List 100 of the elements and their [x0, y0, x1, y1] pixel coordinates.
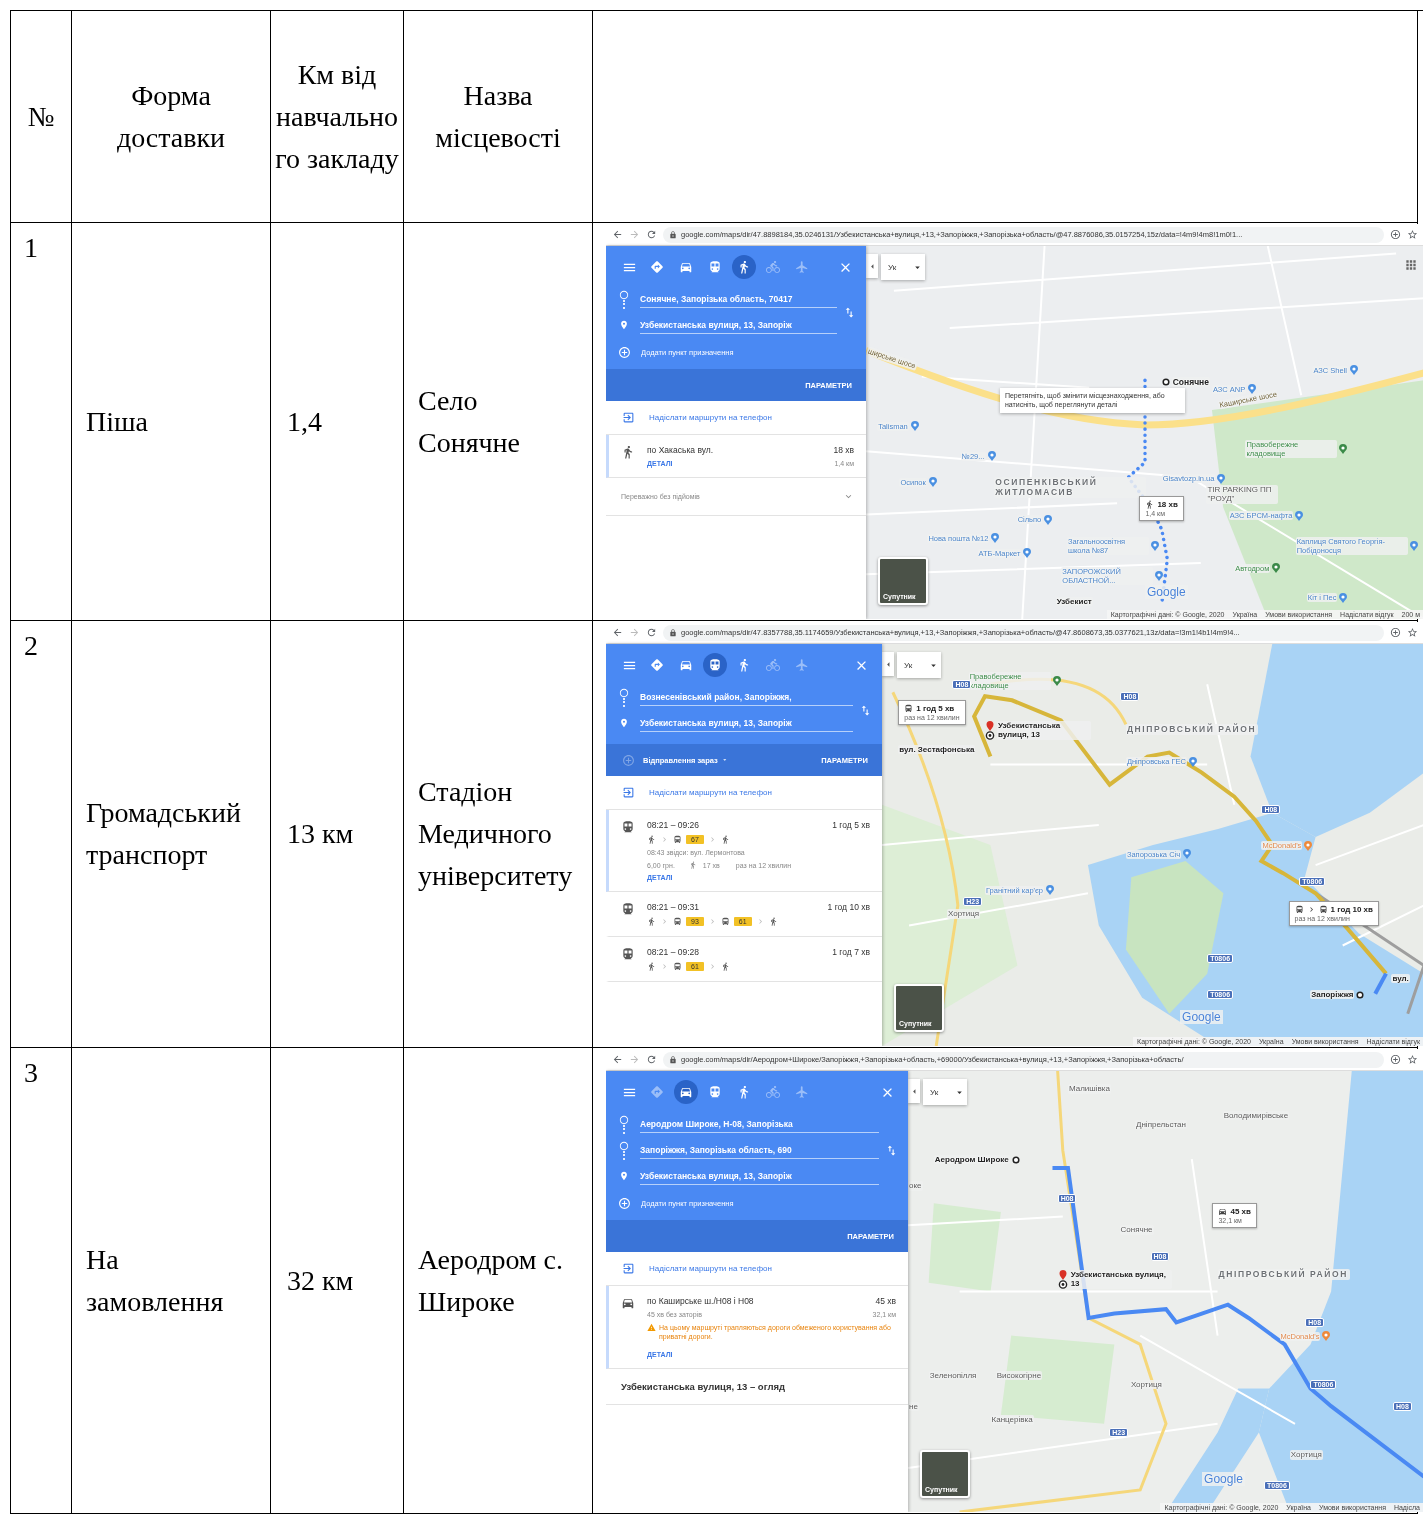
forward-icon[interactable]: [629, 1054, 640, 1065]
bicycle-icon: [766, 260, 780, 274]
map-pin-icon: [910, 421, 919, 432]
location-pin-icon: [619, 718, 629, 728]
district-name: ОСИПЕНКІВСЬКИЙ ЖИТЛОМАСИВ: [994, 477, 1147, 498]
directions-icon: [650, 260, 664, 274]
walking-person-icon: [720, 962, 730, 971]
column-header: Км від навчального закладу: [271, 11, 404, 223]
destination-overview[interactable]: Узбекистанська вулиця, 13 – огляд: [606, 1368, 908, 1405]
table-cell: Громадський транспорт: [72, 621, 271, 1048]
star-icon[interactable]: [1407, 627, 1418, 638]
map-pin-icon: [987, 451, 996, 462]
destination-marker-icon: [984, 720, 995, 741]
apps-button[interactable]: [1404, 258, 1418, 272]
map-pin-icon: [1217, 473, 1226, 484]
map-pin-icon: [1349, 365, 1358, 376]
map-label: Узбекист: [1055, 596, 1093, 607]
car-icon: [621, 1296, 635, 1310]
car-mode-button[interactable]: [674, 1080, 698, 1104]
map-label: TIR PARKING ПП "РОУД": [1206, 484, 1279, 504]
send-to-phone-icon: [622, 411, 635, 424]
airplane-icon: [795, 260, 809, 274]
bus-icon: [904, 704, 914, 714]
route-times: 08:21 – 09:31: [647, 902, 700, 912]
map-label: Аеродром Широке: [933, 1154, 1010, 1165]
car-icon: [1218, 1207, 1228, 1217]
destination-marker-icon: [1057, 1269, 1068, 1290]
send-to-phone-link[interactable]: Надіслати маршрути на телефон: [606, 401, 866, 435]
swap-icon[interactable]: [843, 305, 856, 319]
bus-icon: [673, 835, 682, 844]
map-label: Сонячне: [1171, 376, 1210, 387]
map-pin-icon: [1046, 885, 1055, 896]
reload-icon[interactable]: [646, 1054, 657, 1065]
map-label: Хортиця: [947, 909, 981, 919]
callout-duration: 45 хв: [1230, 1207, 1251, 1217]
map-pin-icon: [1272, 563, 1281, 574]
back-icon[interactable]: [612, 229, 623, 240]
train-icon: [621, 947, 635, 961]
train-mode-button[interactable]: [703, 653, 727, 677]
send-to-phone-link[interactable]: Надіслати маршрути на телефон: [606, 1252, 908, 1286]
reload-icon[interactable]: [646, 229, 657, 240]
chevron-icon: [660, 835, 669, 844]
map-pin-icon: [991, 533, 1000, 544]
bicycle-icon: [766, 658, 780, 672]
route-endpoint-icon: [1161, 377, 1170, 386]
lock-icon: [669, 628, 677, 637]
collapse-panel-button[interactable]: [908, 1079, 920, 1103]
back-icon[interactable]: [612, 627, 623, 638]
walking-person-icon: [647, 962, 656, 971]
map-pin-icon: [1044, 514, 1053, 525]
route-duration: 18 хв: [833, 445, 854, 455]
swap-icon[interactable]: [885, 1143, 898, 1157]
airplane-icon: [795, 658, 809, 672]
car-icon: [679, 260, 693, 274]
star-icon[interactable]: [1407, 1054, 1418, 1065]
walking-person-icon: [688, 861, 697, 869]
map-pin-icon: [1155, 570, 1164, 581]
map-pin-icon: [928, 477, 937, 488]
walking-person-icon: [720, 835, 730, 844]
route-times: 08:21 – 09:28: [647, 947, 700, 957]
language-dropdown[interactable]: Ук: [923, 1079, 967, 1105]
map-label: вул.: [1391, 973, 1410, 984]
column-header: №: [11, 11, 72, 223]
map-label: Хортиця: [1129, 1379, 1163, 1390]
dotted-connector: [623, 1150, 625, 1160]
language-dropdown[interactable]: Ук: [897, 652, 941, 678]
walking-person-mode-button[interactable]: [732, 255, 756, 279]
bus-icon: [720, 917, 730, 926]
add-icon[interactable]: [622, 753, 635, 767]
map-pin-icon: [1339, 443, 1348, 454]
collapse-panel-button[interactable]: [866, 254, 878, 278]
map-label: Малишівка: [1067, 1084, 1111, 1094]
walking-person-icon: [768, 917, 778, 926]
map-pin-icon: [1052, 676, 1061, 687]
collapse-panel-button[interactable]: [882, 652, 894, 676]
route-duration: 45 хв: [875, 1296, 896, 1306]
table-cell: На замовлення: [72, 1048, 271, 1514]
send-to-phone-link[interactable]: Надіслати маршрути на телефон: [606, 776, 882, 810]
map-pin-icon: [1023, 548, 1032, 559]
row-number: 3: [11, 1048, 72, 1514]
map-label: Дніпрельстан: [1135, 1119, 1187, 1130]
table-cell: 32 км: [271, 1048, 404, 1514]
swap-icon[interactable]: [859, 703, 872, 717]
map-label: Хортиця: [1289, 1450, 1323, 1460]
bus-icon: [673, 962, 682, 971]
walking-person-icon: [647, 835, 656, 844]
row-number: 2: [11, 621, 72, 1048]
star-icon[interactable]: [1407, 229, 1418, 240]
directions-icon: [650, 658, 664, 672]
map-pin-icon: [1248, 384, 1257, 394]
reload-icon[interactable]: [646, 627, 657, 638]
table-cell: Село Сонячне: [404, 223, 593, 621]
map-pin-icon: [1409, 540, 1418, 551]
forward-icon[interactable]: [629, 627, 640, 638]
forward-icon[interactable]: [629, 229, 640, 240]
back-icon[interactable]: [612, 1054, 623, 1065]
route-endpoint-icon: [1011, 1155, 1020, 1164]
language-dropdown[interactable]: Ук: [881, 254, 925, 280]
map-pin-icon: [1304, 840, 1313, 851]
column-header: Назва місцевості: [404, 11, 593, 223]
